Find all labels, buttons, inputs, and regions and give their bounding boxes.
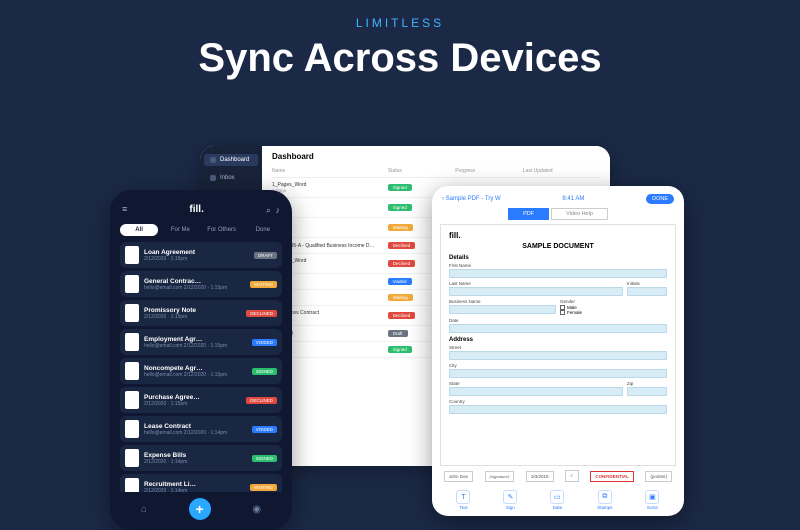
search-icon[interactable]: ⌕ [266,205,271,215]
clock: 8:41 AM [562,196,584,202]
list-item[interactable]: Expense Bills2/12/2020 · 1:14pmSIGNED [120,445,282,471]
doc-thumb-icon [125,391,139,409]
doc-thumb-icon [125,275,139,293]
tagline: LIMITLESS [0,16,800,30]
city-field[interactable] [449,369,667,378]
list-item[interactable]: Employment Agr…hello@email.com 2/12/2020… [120,329,282,355]
country-field[interactable] [449,405,667,414]
sig-slot-0[interactable]: John Doe [444,471,473,482]
tool-text[interactable]: TText [456,490,470,510]
last-name-field[interactable] [449,287,623,296]
doc-thumb-icon [125,420,139,438]
sidebar-item-dashboard[interactable]: Dashboard [204,154,258,166]
sig-slot-2[interactable]: 3/3/2018 [526,471,554,482]
doc-thumb-icon [125,449,139,467]
list-item[interactable]: Recruitment Li…2/12/2020 · 1:14pmWAITING [120,474,282,492]
dashboard-title: Dashboard [272,152,600,161]
sig-slot-1[interactable]: (signature) [485,471,515,482]
phone-device: ≡ fill. ⌕ ♪ AllFor Me For OthersDone Loan… [110,190,292,530]
tool-extra[interactable]: ▣Extra [645,490,659,510]
section-address: Address [449,337,667,343]
doc-thumb-icon [125,478,139,492]
zip-field[interactable] [627,387,667,396]
doc-thumb-icon [125,333,139,351]
stamps-icon: ⧉ [598,490,612,504]
bell-icon[interactable]: ♪ [276,205,281,215]
menu-icon[interactable]: ≡ [122,204,127,214]
tab-for-me[interactable]: For Me [161,224,199,236]
tool-date[interactable]: ▭Date [550,490,564,510]
segment-video-help[interactable]: Video Help [551,208,608,220]
initials-field[interactable] [627,287,667,296]
form-title: SAMPLE DOCUMENT [449,243,667,250]
sig-slot-4[interactable]: CONFIDENTIAL [590,471,634,482]
business-name-field[interactable] [449,305,556,314]
sidebar-item-inbox[interactable]: Inbox [204,172,258,184]
segment-pdf[interactable]: PDF [508,208,549,220]
doc-thumb-icon [125,246,139,264]
sig-slot-3[interactable]: ✓ [565,470,579,482]
doc-thumb-icon [125,362,139,380]
fab-add-button[interactable]: + [189,498,211,520]
first-name-field[interactable] [449,269,667,278]
form-logo: fill. [449,231,667,240]
ipad-device: ‹ Sample PDF - Try W 8:41 AM DONE PDFVid… [432,186,684,516]
hero-title: Sync Across Devices [0,36,800,81]
sig-slot-5[interactable]: (pointer) [645,471,672,482]
back-button[interactable]: ‹ Sample PDF - Try W [442,196,501,202]
street-field[interactable] [449,351,667,360]
list-item[interactable]: Purchase Agree…2/12/2020 · 1:15pmDECLINE… [120,387,282,413]
table-header: NameStatusProgressLast Updated [272,165,600,178]
section-details: Details [449,255,667,261]
phone-brand: fill. [189,204,203,215]
list-item[interactable]: Noncompete Agr…hello@email.com 2/12/2020… [120,358,282,384]
tool-stamps[interactable]: ⧉Stamps [597,490,612,510]
date-field[interactable] [449,324,667,333]
date-icon: ▭ [550,490,564,504]
extra-icon: ▣ [645,490,659,504]
tab-all[interactable]: All [120,224,158,236]
text-icon: T [456,490,470,504]
list-item[interactable]: General Contrac…hello@email.com 2/12/202… [120,271,282,297]
list-item[interactable]: Promissory Note2/12/2020 · 1:15pmDECLINE… [120,300,282,326]
tool-sign[interactable]: ✎Sign [503,490,517,510]
list-item[interactable]: Lease Contracthello@email.com 2/12/2020 … [120,416,282,442]
tab-done[interactable]: Done [244,224,282,236]
sign-icon: ✎ [503,490,517,504]
done-button[interactable]: DONE [646,194,674,204]
tab-for-others[interactable]: For Others [203,224,241,236]
state-field[interactable] [449,387,623,396]
radio-female[interactable]: Female [560,310,667,315]
pdf-form: fill. SAMPLE DOCUMENT DetailsFirst NameL… [440,224,676,466]
profile-icon[interactable]: ◉ [252,504,261,515]
list-item[interactable]: Loan Agreement2/12/2020 · 1:16pmDRAFT [120,242,282,268]
doc-thumb-icon [125,304,139,322]
home-icon[interactable]: ⌂ [141,504,147,515]
